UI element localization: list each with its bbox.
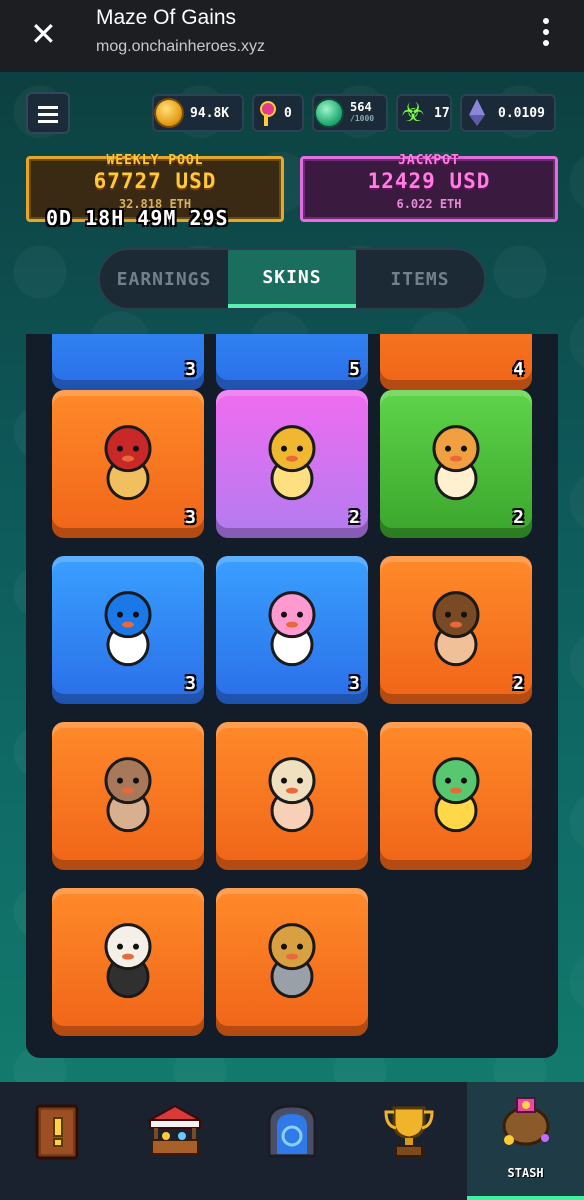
skin-count: 5	[349, 359, 360, 380]
gem-balance: 564 /1000	[312, 94, 388, 132]
blue-penguin-skin-card[interactable]: 3	[52, 556, 204, 704]
shop-stall-icon	[146, 1104, 205, 1155]
brown-chick-skin-sprite	[104, 757, 152, 833]
browser-bar: ✕ Maze Of Gains mog.onchainheroes.xyz	[0, 0, 584, 72]
weekly-pool-usd: 67727 USD	[93, 169, 217, 193]
page-title: Maze Of Gains	[96, 6, 237, 29]
nav-quest-book[interactable]	[0, 1082, 117, 1200]
portal-icon	[267, 1104, 317, 1158]
orange-cat-skin-card[interactable]: 2	[380, 390, 532, 538]
stash-tabs: EARNINGS SKINS ITEMS	[98, 248, 486, 310]
partial-skin-blue-1-card[interactable]: 3	[52, 334, 204, 390]
skin-count: 3	[349, 673, 360, 694]
straw-hat-cat-skin-card[interactable]	[216, 888, 368, 1036]
game-screen: 94.8K 0 564 /1000 ☣ 17 0.0109 WEEKLY POO…	[0, 72, 584, 1082]
energy-value: 17	[434, 105, 450, 121]
skin-count: 3	[185, 673, 196, 694]
nav-trophy[interactable]	[350, 1082, 467, 1200]
biohazard-icon: ☣	[401, 98, 425, 128]
straw-hat-cat-skin-sprite	[268, 923, 316, 999]
brown-hair-kid-skin-sprite	[432, 591, 480, 667]
skins-grid: 3 5 4 3 2 2 3 3 2	[26, 334, 558, 1058]
coin-balance: 94.8K	[152, 94, 244, 132]
gem-max: /1000	[350, 114, 375, 123]
nav-shop[interactable]	[117, 1082, 234, 1200]
skin-count: 2	[349, 507, 360, 528]
green-frog-skin-sprite	[432, 757, 480, 833]
partial-skin-orange-card[interactable]: 4	[380, 334, 532, 390]
nav-stash[interactable]: STASH	[467, 1082, 584, 1200]
white-sheep-skin-sprite	[104, 923, 152, 999]
coin-value: 94.8K	[190, 105, 230, 121]
page-url: mog.onchainheroes.xyz	[96, 38, 265, 55]
partial-skin-blue-2-card[interactable]: 5	[216, 334, 368, 390]
jackpot-panel: JACKPOT 12429 USD 6.022 ETH	[300, 153, 558, 222]
jackpot-usd: 12429 USD	[367, 169, 491, 193]
gem-icon	[314, 98, 344, 128]
hat-kid-skin-card[interactable]	[216, 722, 368, 870]
eth-balance: 0.0109	[460, 94, 556, 132]
golden-cat-skin-card[interactable]: 2	[216, 390, 368, 538]
weekly-pool-label: WEEKLY POOL	[106, 153, 204, 168]
ethereum-icon	[462, 98, 492, 128]
white-sheep-skin-card[interactable]	[52, 888, 204, 1036]
tab-skins[interactable]: SKINS	[228, 250, 356, 308]
treasure-sack-icon	[502, 1097, 550, 1146]
skin-count: 3	[185, 507, 196, 528]
green-frog-skin-card[interactable]	[380, 722, 532, 870]
blue-penguin-skin-sprite	[104, 591, 152, 667]
skin-count: 2	[513, 507, 524, 528]
quest-book-icon	[35, 1104, 79, 1160]
skin-count: 2	[513, 673, 524, 694]
golden-cat-skin-sprite	[268, 425, 316, 501]
nav-portal[interactable]	[234, 1082, 351, 1200]
bottom-nav: STASH	[0, 1082, 584, 1200]
energy-balance: ☣ 17	[396, 94, 452, 132]
close-icon[interactable]: ✕	[30, 18, 62, 50]
coin-icon	[154, 98, 184, 128]
skin-count: 4	[513, 359, 524, 380]
gem-count: 564	[350, 100, 372, 114]
trophy-icon	[384, 1106, 434, 1157]
red-horse-skin-card[interactable]: 3	[52, 390, 204, 538]
brown-chick-skin-card[interactable]	[52, 722, 204, 870]
tab-earnings[interactable]: EARNINGS	[100, 250, 228, 308]
brown-hair-kid-skin-card[interactable]: 2	[380, 556, 532, 704]
pink-penguin-skin-card[interactable]: 3	[216, 556, 368, 704]
key-icon	[254, 98, 278, 128]
weekly-pool-timer: 0D 18H 49M 29S	[46, 206, 229, 230]
gem-value: 564 /1000	[350, 101, 374, 125]
key-balance: 0	[252, 94, 304, 132]
key-value: 0	[284, 105, 292, 121]
eth-value: 0.0109	[498, 105, 545, 121]
jackpot-label: JACKPOT	[398, 153, 460, 168]
red-horse-skin-sprite	[104, 425, 152, 501]
orange-cat-skin-sprite	[432, 425, 480, 501]
more-options-icon[interactable]	[542, 18, 550, 48]
tab-items[interactable]: ITEMS	[356, 250, 484, 308]
skin-count: 3	[185, 359, 196, 380]
hamburger-menu-button[interactable]	[26, 92, 70, 134]
pink-penguin-skin-sprite	[268, 591, 316, 667]
nav-stash-label: STASH	[507, 1166, 544, 1180]
hat-kid-skin-sprite	[268, 757, 316, 833]
jackpot-eth: 6.022 ETH	[396, 197, 462, 211]
